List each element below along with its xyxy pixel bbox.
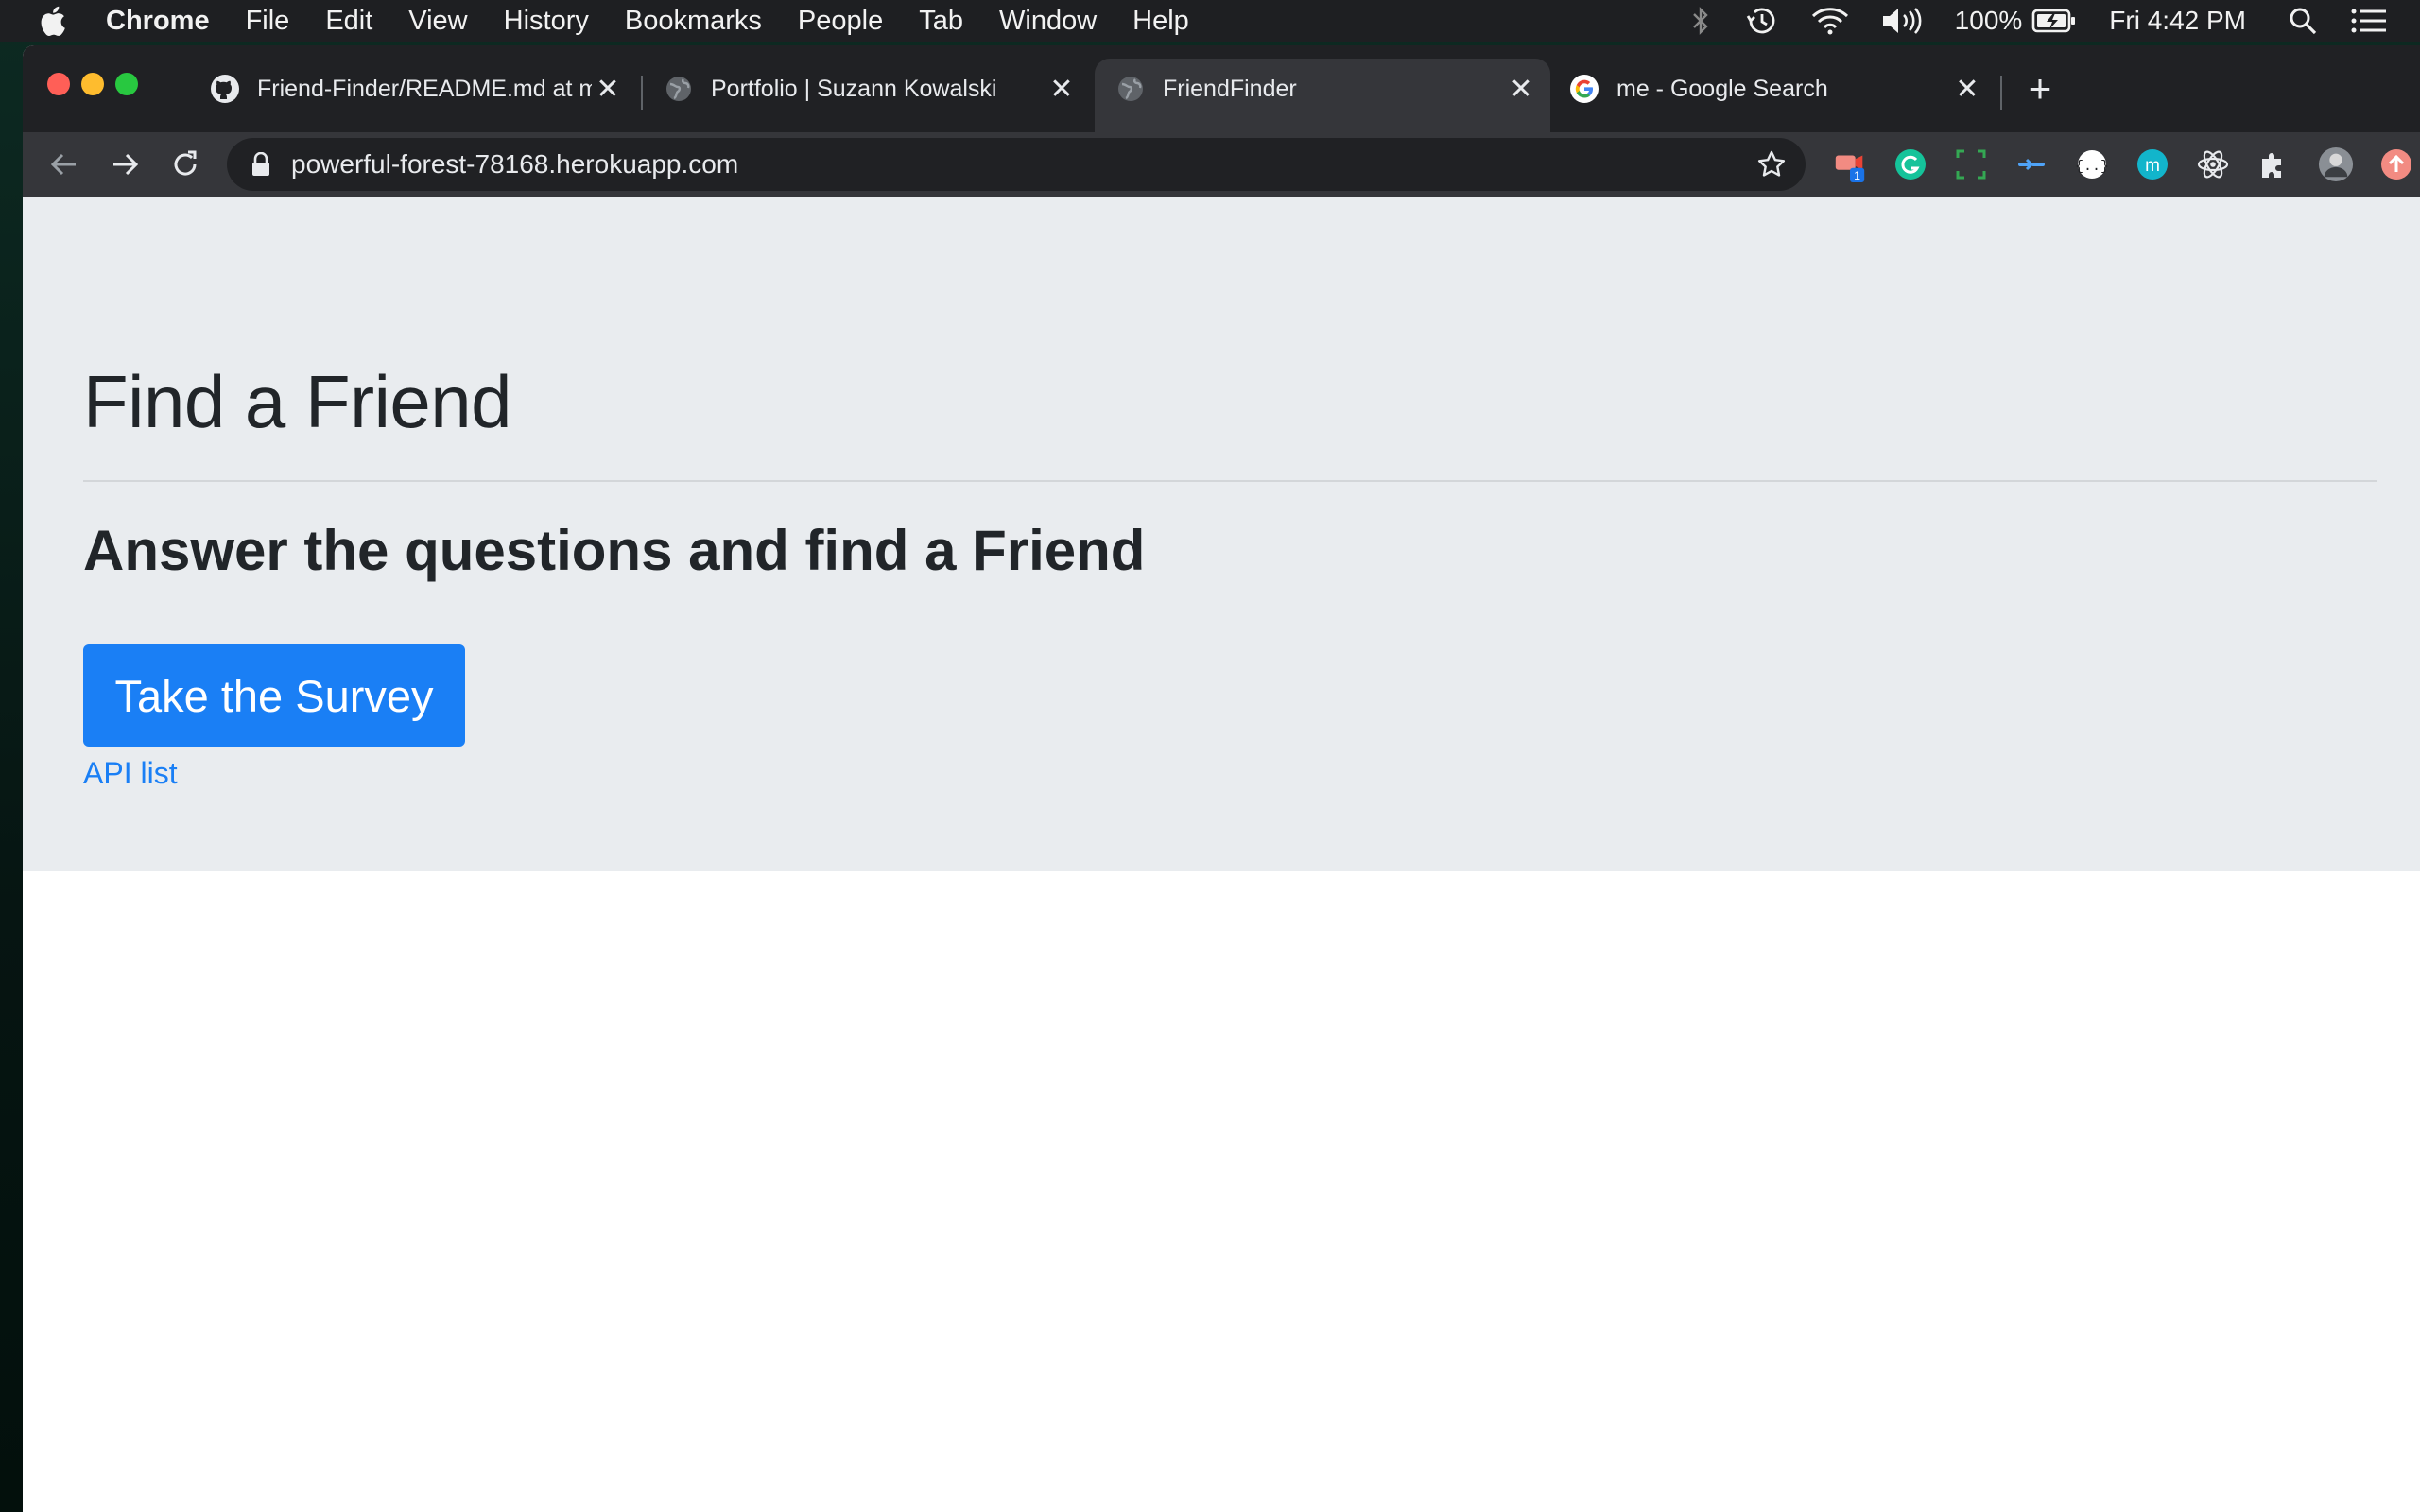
svg-text:{..}: {..} [2076, 159, 2108, 175]
tab-title: Friend-Finder/README.md at m [257, 75, 592, 102]
new-tab-icon[interactable]: + [2019, 66, 2061, 111]
volume-icon[interactable] [1881, 7, 1923, 35]
tab-google-search[interactable]: me - Google Search ✕ [1548, 59, 1996, 119]
screenshot-capture-icon[interactable] [1953, 146, 1989, 182]
link-extension-icon[interactable] [2014, 146, 2049, 182]
forward-arrow-icon[interactable] [104, 144, 146, 185]
window-close-button[interactable] [47, 73, 70, 95]
tab-friend-finder-readme[interactable]: Friend-Finder/README.md at m ✕ [189, 59, 637, 119]
tab-portfolio[interactable]: Portfolio | Suzann Kowalski ✕ [643, 59, 1091, 119]
address-bar[interactable]: powerful-forest-78168.herokuapp.com [227, 138, 1806, 191]
bookmark-star-icon[interactable] [1756, 149, 1787, 180]
chrome-window: Friend-Finder/README.md at m ✕ Portfolio… [23, 45, 2420, 1512]
apple-logo-icon[interactable] [38, 5, 66, 37]
menu-edit[interactable]: Edit [325, 6, 372, 37]
tab-title: me - Google Search [1616, 75, 1828, 102]
time-machine-icon[interactable] [1743, 5, 1779, 37]
window-minimize-button[interactable] [81, 73, 104, 95]
tab-close-icon[interactable]: ✕ [1951, 73, 1983, 105]
menu-history[interactable]: History [504, 6, 589, 37]
bluetooth-icon[interactable] [1690, 6, 1711, 36]
menu-view[interactable]: View [408, 6, 467, 37]
menu-tab[interactable]: Tab [919, 6, 963, 37]
profile-avatar[interactable] [2318, 146, 2354, 182]
menu-app-chrome[interactable]: Chrome [106, 6, 210, 37]
spotlight-search-icon[interactable] [2288, 6, 2318, 36]
google-icon [1569, 74, 1599, 104]
menubar-clock[interactable]: Fri 4:42 PM [2109, 6, 2246, 36]
globe-icon [1115, 74, 1146, 104]
grammarly-icon[interactable] [1893, 146, 1928, 182]
tab-title: FriendFinder [1163, 75, 1297, 102]
tab-close-icon[interactable]: ✕ [592, 73, 624, 105]
tab-strip: Friend-Finder/README.md at m ✕ Portfolio… [23, 45, 2420, 132]
extension-screen-recorder-icon[interactable]: 1 [1832, 146, 1868, 182]
lock-icon[interactable] [251, 152, 270, 177]
take-survey-button[interactable]: Take the Survey [83, 644, 465, 747]
web-page: Find a Friend Answer the questions and f… [23, 197, 2420, 1512]
m-extension-icon[interactable]: m [2135, 146, 2170, 182]
react-devtools-icon[interactable] [2195, 146, 2231, 182]
api-list-link[interactable]: API list [83, 756, 178, 791]
tab-close-icon[interactable]: ✕ [1046, 73, 1078, 105]
url-text[interactable]: powerful-forest-78168.herokuapp.com [291, 149, 1756, 180]
menu-people[interactable]: People [798, 6, 883, 37]
browser-toolbar: powerful-forest-78168.herokuapp.com 1 {.… [23, 132, 2420, 197]
menu-window[interactable]: Window [999, 6, 1097, 37]
menu-file[interactable]: File [246, 6, 290, 37]
tab-close-icon[interactable]: ✕ [1505, 73, 1537, 105]
tab-title: Portfolio | Suzann Kowalski [711, 75, 997, 102]
svg-text:m: m [2145, 156, 2160, 176]
divider [83, 480, 2377, 482]
window-maximize-button[interactable] [115, 73, 138, 95]
notification-center-icon[interactable] [2350, 7, 2388, 35]
macos-menu-bar: Chrome File Edit View History Bookmarks … [0, 0, 2420, 42]
extensions-puzzle-icon[interactable] [2256, 146, 2291, 182]
tab-friendfinder-active[interactable]: FriendFinder ✕ [1095, 59, 1550, 132]
page-title: Find a Friend [83, 360, 512, 443]
json-viewer-icon[interactable]: {..} [2074, 146, 2110, 182]
wifi-icon[interactable] [1811, 7, 1849, 35]
tab-separator [2000, 76, 2002, 110]
jumbotron: Find a Friend Answer the questions and f… [23, 197, 2420, 871]
reload-icon[interactable] [164, 144, 206, 185]
page-subtitle: Answer the questions and find a Friend [83, 519, 1146, 582]
update-available-icon[interactable] [2378, 146, 2414, 182]
menu-help[interactable]: Help [1132, 6, 1189, 37]
extension-badge: 1 [1854, 169, 1860, 182]
battery-charging-icon[interactable] [2031, 8, 2077, 34]
github-icon [210, 74, 240, 104]
battery-percentage: 100% [1954, 6, 2023, 35]
menu-bookmarks[interactable]: Bookmarks [625, 6, 762, 37]
globe-icon [664, 74, 694, 104]
back-arrow-icon[interactable] [43, 144, 85, 185]
